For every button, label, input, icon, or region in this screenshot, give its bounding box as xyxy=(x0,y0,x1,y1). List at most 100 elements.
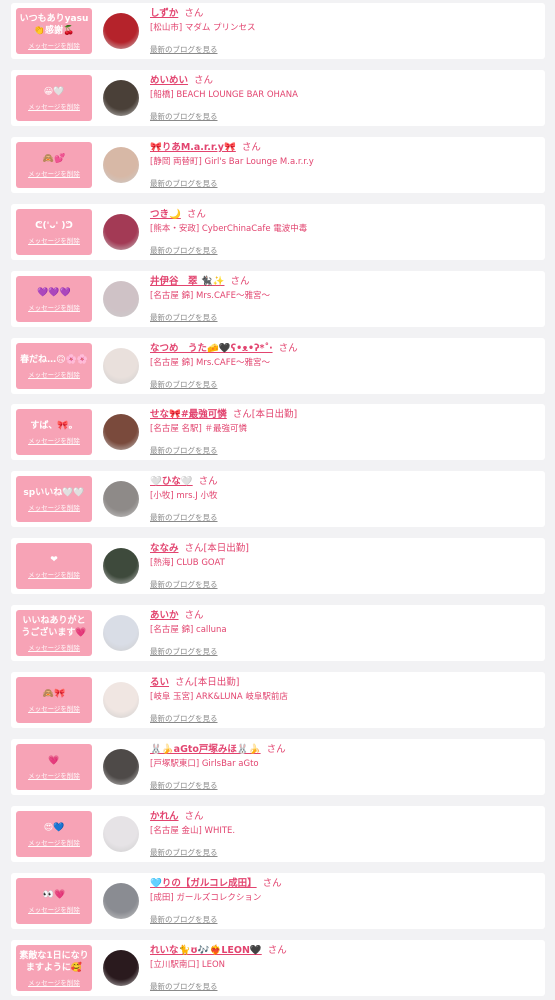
message-card: 👀💗 メッセージを削除 🩵りの【ガルコレ成田】 さん [成田] ガールズコレクショ… xyxy=(11,873,545,929)
entry-info: 🐰🍌aGto戸塚みほ🐰🍌 さん [戸塚駅東口] GirlsBar aGto 最新の… xyxy=(150,742,540,792)
shop-label: [名古屋 金山] WHITE. xyxy=(150,826,236,836)
girl-name-link[interactable]: かれん xyxy=(150,811,179,822)
name-line: 🤍ひな🤍 さん xyxy=(150,474,540,489)
latest-blog-link[interactable]: 最新のブログを見る xyxy=(150,379,218,391)
badge-message-text: いつもありyasu👏感謝🍒 xyxy=(19,13,89,36)
latest-blog-link[interactable]: 最新のブログを見る xyxy=(150,579,218,591)
delete-message-link[interactable]: メッセージを削除 xyxy=(28,40,80,50)
latest-blog-link[interactable]: 最新のブログを見る xyxy=(150,914,218,926)
latest-blog-link[interactable]: 最新のブログを見る xyxy=(150,44,218,56)
message-badge: 🙈🎀 メッセージを削除 xyxy=(16,677,92,723)
delete-message-link[interactable]: メッセージを削除 xyxy=(28,168,80,178)
message-card: 🙈💕 メッセージを削除 🎀りあM.a.r.r.y🎀 さん [静岡 両替町] Gir… xyxy=(11,137,545,193)
shop-label: [静岡 両替町] Girl's Bar Lounge M.a.r.r.y xyxy=(150,157,314,167)
latest-blog-link[interactable]: 最新のブログを見る xyxy=(150,646,218,658)
girl-name-link[interactable]: せな🎀#最強可憐 xyxy=(150,409,227,420)
message-badge: spいいね🤍🤍 メッセージを削除 xyxy=(16,476,92,522)
avatar[interactable] xyxy=(103,13,139,49)
badge-message-text: 🙈🎀 xyxy=(42,688,66,699)
avatar[interactable] xyxy=(103,281,139,317)
name-line: 🎀りあM.a.r.r.y🎀 さん xyxy=(150,140,540,155)
avatar[interactable] xyxy=(103,214,139,250)
message-badge: いつもありyasu👏感謝🍒 メッセージを削除 xyxy=(16,8,92,54)
avatar[interactable] xyxy=(103,950,139,986)
shop-label: [岐阜 玉宮] ARK&LUNA 岐阜駅前店 xyxy=(150,692,288,702)
honorific-label: さん xyxy=(184,610,204,621)
badge-message-text: spいいね🤍🤍 xyxy=(23,487,85,498)
latest-blog-link[interactable]: 最新のブログを見る xyxy=(150,312,218,324)
badge-message-text: 素敵な1日になりますように🥰 xyxy=(19,950,89,973)
delete-message-link[interactable]: メッセージを削除 xyxy=(28,703,80,713)
delete-message-link[interactable]: メッセージを削除 xyxy=(28,770,80,780)
latest-blog-link[interactable]: 最新のブログを見る xyxy=(150,847,218,859)
avatar[interactable] xyxy=(103,682,139,718)
avatar[interactable] xyxy=(103,348,139,384)
avatar[interactable] xyxy=(103,816,139,852)
delete-message-link[interactable]: メッセージを削除 xyxy=(28,235,80,245)
delete-message-link[interactable]: メッセージを削除 xyxy=(28,837,80,847)
avatar[interactable] xyxy=(103,80,139,116)
girl-name-link[interactable]: るい xyxy=(150,677,169,688)
message-badge: ❤ メッセージを削除 xyxy=(16,543,92,589)
girl-name-link[interactable]: 🤍ひな🤍 xyxy=(150,476,193,487)
delete-message-link[interactable]: メッセージを削除 xyxy=(28,369,80,379)
name-line: めいめい さん xyxy=(150,73,540,88)
avatar[interactable] xyxy=(103,749,139,785)
delete-message-link[interactable]: メッセージを削除 xyxy=(28,101,80,111)
girl-name-link[interactable]: 井伊谷 翠 🐈‍⬛✨ xyxy=(150,276,224,287)
latest-blog-link[interactable]: 最新のブログを見る xyxy=(150,780,218,792)
girl-name-link[interactable]: つき🌙 xyxy=(150,209,181,220)
latest-blog-link[interactable]: 最新のブログを見る xyxy=(150,713,218,725)
girl-name-link[interactable]: めいめい xyxy=(150,75,188,86)
entry-info: ななみ さん[本日出勤] [熱海] CLUB GOAT 最新のブログを見る xyxy=(150,541,540,591)
entry-info: れいな🐈ʊ🎶❤️‍🔥LEON🖤 さん [立川駅南口] LEON 最新のブログを見る xyxy=(150,943,540,993)
avatar[interactable] xyxy=(103,883,139,919)
honorific-label: さん[本日出勤] xyxy=(175,677,240,688)
latest-blog-link[interactable]: 最新のブログを見る xyxy=(150,111,218,123)
shop-label: [成田] ガールズコレクション xyxy=(150,893,262,903)
latest-blog-link[interactable]: 最新のブログを見る xyxy=(150,512,218,524)
latest-blog-link[interactable]: 最新のブログを見る xyxy=(150,245,218,257)
name-line: れいな🐈ʊ🎶❤️‍🔥LEON🖤 さん xyxy=(150,943,540,958)
avatar[interactable] xyxy=(103,615,139,651)
latest-blog-link[interactable]: 最新のブログを見る xyxy=(150,981,218,993)
delete-message-link[interactable]: メッセージを削除 xyxy=(28,435,80,445)
shop-label: [松山市] マダム プリンセス xyxy=(150,23,256,33)
shop-label: [立川駅南口] LEON xyxy=(150,960,225,970)
avatar[interactable] xyxy=(103,481,139,517)
shop-label: [名古屋 名駅] ＃最強可憐 xyxy=(150,424,248,434)
avatar[interactable] xyxy=(103,548,139,584)
girl-name-link[interactable]: しずか xyxy=(150,8,178,19)
badge-message-text: いいねありがとうございます💗 xyxy=(21,615,87,638)
badge-message-text: 春だね…🙃🌸🌸 xyxy=(20,354,88,365)
honorific-label: さん xyxy=(267,945,287,956)
delete-message-link[interactable]: メッセージを削除 xyxy=(28,642,80,652)
entry-info: あいか さん [名古屋 錦] calluna 最新のブログを見る xyxy=(150,608,540,658)
girl-name-link[interactable]: れいな🐈ʊ🎶❤️‍🔥LEON🖤 xyxy=(150,945,262,956)
avatar[interactable] xyxy=(103,147,139,183)
shop-label: [名古屋 錦] calluna xyxy=(150,625,227,635)
shop-label: [熱海] CLUB GOAT xyxy=(150,558,225,568)
latest-blog-link[interactable]: 最新のブログを見る xyxy=(150,178,218,190)
girl-name-link[interactable]: ななみ xyxy=(150,543,179,554)
honorific-label: さん xyxy=(230,276,250,287)
honorific-label: さん[本日出勤] xyxy=(184,543,249,554)
latest-blog-link[interactable]: 最新のブログを見る xyxy=(150,445,218,457)
girl-name-link[interactable]: 🐰🍌aGto戸塚みほ🐰🍌 xyxy=(150,744,261,755)
girl-name-link[interactable]: 🩵りの【ガルコレ成田】 xyxy=(150,878,257,889)
girl-name-link[interactable]: なつめ うた🧀🖤ʕ•ᴥ•ʔ*˚‧ xyxy=(150,343,273,354)
honorific-label: さん xyxy=(198,476,218,487)
delete-message-link[interactable]: メッセージを削除 xyxy=(28,502,80,512)
entry-info: せな🎀#最強可憐 さん[本日出勤] [名古屋 名駅] ＃最強可憐 最新のブログを見… xyxy=(150,407,540,457)
avatar[interactable] xyxy=(103,414,139,450)
entry-info: 井伊谷 翠 🐈‍⬛✨ さん [名古屋 錦] Mrs.CAFE〜雅宮〜 最新のブログ… xyxy=(150,274,540,324)
delete-message-link[interactable]: メッセージを削除 xyxy=(28,569,80,579)
delete-message-link[interactable]: メッセージを削除 xyxy=(28,977,80,987)
honorific-label: さん xyxy=(194,75,214,86)
girl-name-link[interactable]: 🎀りあM.a.r.r.y🎀 xyxy=(150,142,236,153)
delete-message-link[interactable]: メッセージを削除 xyxy=(28,302,80,312)
girl-name-link[interactable]: あいか xyxy=(150,610,179,621)
entry-info: 🤍ひな🤍 さん [小牧] mrs.J 小牧 最新のブログを見る xyxy=(150,474,540,524)
message-badge: いいねありがとうございます💗 メッセージを削除 xyxy=(16,610,92,656)
delete-message-link[interactable]: メッセージを削除 xyxy=(28,904,80,914)
